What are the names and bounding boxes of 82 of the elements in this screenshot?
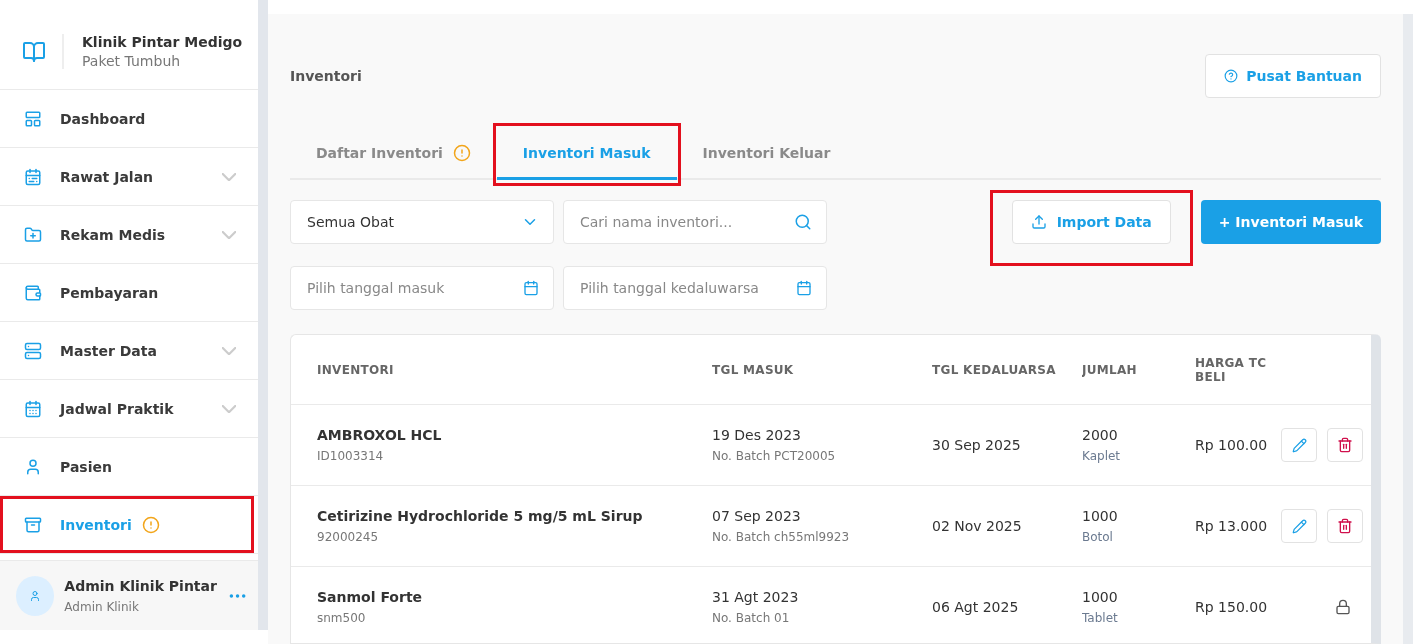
price: Rp 150.00 bbox=[1195, 599, 1269, 615]
avatar bbox=[16, 575, 55, 616]
delete-button[interactable] bbox=[1327, 428, 1363, 462]
wallet-icon bbox=[24, 283, 42, 302]
chevron-down-icon bbox=[222, 346, 236, 355]
warning-icon bbox=[452, 144, 471, 162]
sidebar-item[interactable]: Master Data bbox=[0, 322, 258, 380]
tab[interactable]: Inventori Keluar bbox=[676, 126, 857, 180]
column-header: HARGA TC BELI bbox=[1195, 355, 1268, 384]
batch-number: No. Batch PCT20005 bbox=[712, 449, 837, 463]
tab[interactable]: Inventori Masuk bbox=[496, 126, 677, 180]
quantity: 1000 bbox=[1082, 508, 1119, 524]
tab[interactable]: Daftar Inventori bbox=[290, 126, 497, 180]
user-icon bbox=[24, 457, 42, 476]
date-in: 31 Agt 2023 bbox=[712, 589, 800, 605]
sidebar-item[interactable]: Dashboard bbox=[0, 90, 258, 148]
item-name: Sanmol Forte bbox=[317, 589, 424, 605]
pencil-icon bbox=[1291, 437, 1307, 453]
column-header: JUMLAH bbox=[1082, 362, 1138, 377]
date-in: 19 Des 2023 bbox=[712, 427, 803, 443]
sidebar-item[interactable]: Pasien bbox=[0, 438, 258, 496]
item-code: ID1003314 bbox=[317, 449, 385, 463]
item-code: 92000245 bbox=[317, 530, 380, 544]
server-icon bbox=[24, 341, 42, 360]
date-field[interactable]: Pilih tanggal masuk bbox=[290, 266, 554, 310]
date-field[interactable]: Pilih tanggal kedaluwarsa bbox=[563, 266, 827, 310]
logo-icon bbox=[22, 39, 46, 64]
trash-icon bbox=[1337, 518, 1353, 534]
sidebar-item[interactable]: Inventori bbox=[0, 496, 258, 554]
calendar-icon bbox=[523, 280, 539, 296]
unit: Botol bbox=[1082, 530, 1114, 544]
sidebar-item[interactable]: Pembayaran bbox=[0, 264, 258, 322]
unit: Kaplet bbox=[1082, 449, 1122, 463]
chevron-down-icon bbox=[222, 404, 236, 413]
search-icon bbox=[794, 213, 812, 231]
help-button[interactable]: Pusat Bantuan bbox=[1205, 54, 1381, 98]
plan-name: Paket Tumbuh bbox=[82, 53, 182, 69]
add-button[interactable]: + Inventori Masuk bbox=[1200, 200, 1381, 244]
item-code: snm500 bbox=[317, 611, 367, 625]
folder-plus-icon bbox=[24, 225, 42, 244]
expiry-date: 02 Nov 2025 bbox=[932, 518, 1023, 534]
quantity: 2000 bbox=[1082, 427, 1119, 443]
calendar-icon bbox=[796, 280, 812, 296]
item-name: AMBROXOL HCL bbox=[317, 427, 443, 443]
search-field[interactable]: Cari nama inventori... bbox=[563, 200, 827, 244]
upload-icon bbox=[1030, 214, 1047, 230]
sidebar-item[interactable]: Rawat Jalan bbox=[0, 148, 258, 206]
chevron-down-icon bbox=[222, 172, 236, 181]
calendar-icon bbox=[24, 167, 42, 186]
edit-button[interactable] bbox=[1281, 428, 1317, 462]
column-header: INVENTORI bbox=[317, 362, 395, 377]
price: Rp 13.000 bbox=[1195, 518, 1269, 534]
warning-icon bbox=[141, 515, 160, 534]
expiry-date: 30 Sep 2025 bbox=[932, 437, 1022, 453]
clinic-name: Klinik Pintar Medigo bbox=[82, 34, 243, 50]
batch-number: No. Batch 01 bbox=[712, 611, 791, 625]
trash-icon bbox=[1337, 437, 1353, 453]
sidebar-item[interactable]: Jadwal Praktik bbox=[0, 380, 258, 438]
archive-icon bbox=[24, 515, 42, 534]
chevron-down-icon bbox=[222, 230, 236, 239]
user-role: Admin Klinik bbox=[64, 599, 140, 614]
item-name: Cetirizine Hydrochloride 5 mg/5 mL Sirup bbox=[317, 508, 644, 524]
page-title: Inventori bbox=[290, 68, 362, 84]
lock-icon bbox=[1335, 599, 1351, 615]
edit-button[interactable] bbox=[1281, 509, 1317, 543]
help-icon bbox=[1224, 69, 1239, 83]
calendar-icon bbox=[24, 399, 42, 418]
user-name: Admin Klinik Pintar bbox=[64, 577, 217, 594]
expiry-date: 06 Agt 2025 bbox=[932, 599, 1020, 615]
dashboard-icon bbox=[24, 109, 42, 128]
unit: Tablet bbox=[1082, 611, 1119, 625]
batch-number: No. Batch ch55ml9923 bbox=[712, 530, 851, 544]
quantity: 1000 bbox=[1082, 589, 1119, 605]
date-in: 07 Sep 2023 bbox=[712, 508, 802, 524]
sidebar-item[interactable]: Rekam Medis bbox=[0, 206, 258, 264]
category-dropdown[interactable]: Semua Obat bbox=[290, 200, 554, 244]
column-header: TGL MASUK bbox=[712, 362, 795, 377]
price: Rp 100.00 bbox=[1195, 437, 1269, 453]
import-button[interactable]: Import Data bbox=[1011, 200, 1171, 244]
column-header: TGL KEDALUARSA bbox=[932, 362, 1057, 377]
delete-button[interactable] bbox=[1327, 509, 1363, 543]
pencil-icon bbox=[1291, 518, 1307, 534]
